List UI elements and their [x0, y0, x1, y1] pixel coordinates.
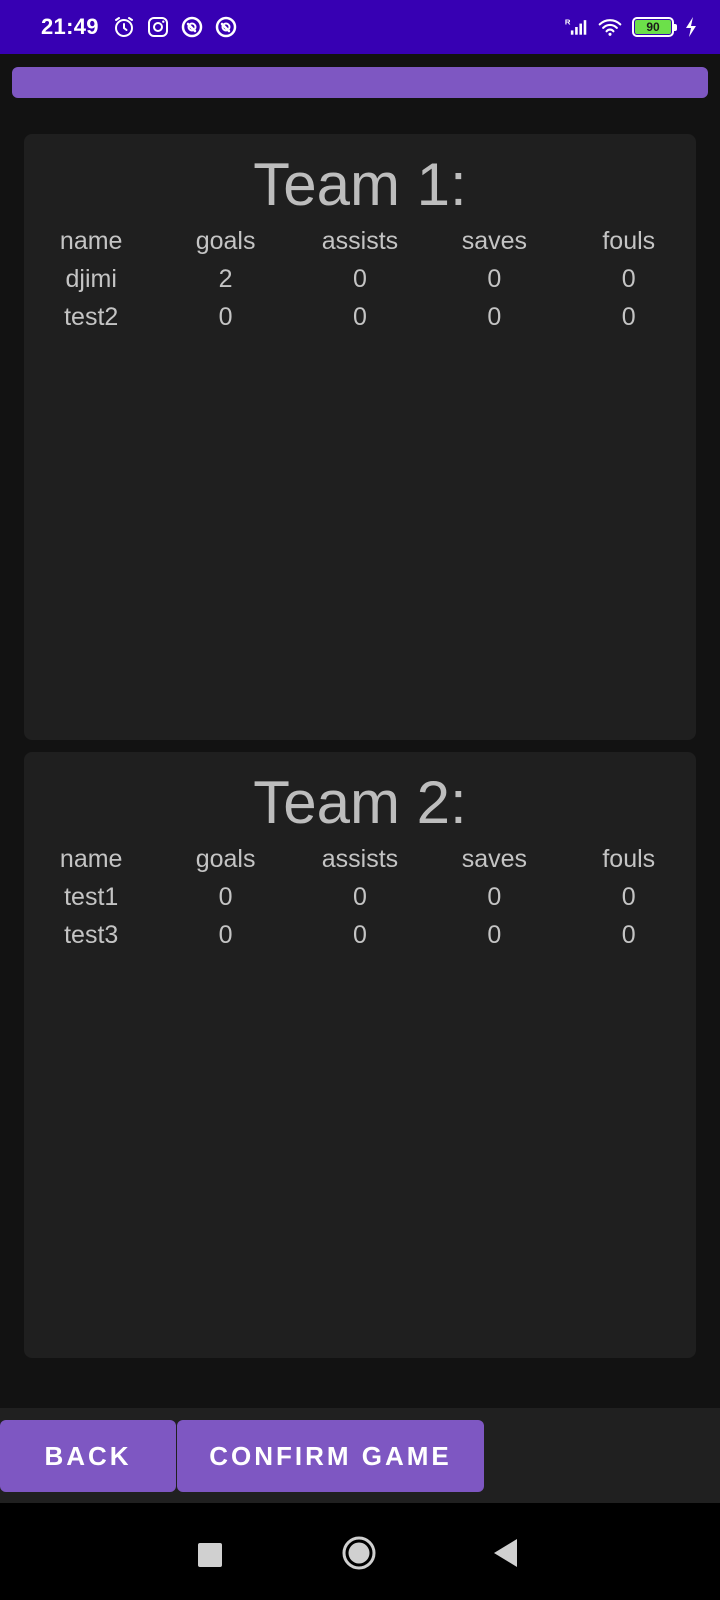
player-fouls: 0: [621, 302, 636, 331]
player-goals: 0: [218, 920, 233, 949]
team-2-stats-table: name goals assists saves fouls test1 0 0…: [24, 840, 696, 954]
team-1-title: Team 1:: [253, 151, 467, 218]
status-bar: 21:49 R 90: [0, 0, 720, 54]
player-saves: 0: [487, 882, 502, 911]
player-assists: 0: [353, 882, 367, 911]
battery-level: 90: [635, 20, 671, 34]
team-2-card: Team 2: name goals assists saves fouls t…: [24, 752, 696, 1358]
player-goals: 0: [218, 302, 233, 331]
back-icon[interactable]: [491, 1537, 519, 1569]
player-assists: 0: [353, 920, 367, 949]
column-header-assists: assists: [321, 226, 399, 255]
table-header-row: name goals assists saves fouls: [24, 222, 696, 260]
status-time: 21:49: [41, 14, 99, 39]
column-header-name: name: [59, 226, 123, 255]
signal-icon: R: [564, 15, 588, 39]
player-goals: 0: [218, 882, 233, 911]
player-name: test3: [64, 920, 119, 949]
table-row: test3 0 0 0 0: [24, 916, 696, 954]
wifi-icon: [598, 15, 622, 39]
dnd-icon: [180, 15, 204, 39]
instagram-icon: [146, 15, 170, 39]
column-header-goals: goals: [195, 226, 256, 255]
column-header-goals: goals: [195, 844, 256, 873]
notification-icons: [112, 15, 238, 39]
alarm-icon: [112, 15, 136, 39]
player-name: test2: [64, 302, 119, 331]
column-header-fouls: fouls: [602, 226, 656, 255]
player-name: djimi: [65, 264, 117, 293]
progress-bar: [12, 67, 708, 98]
svg-text:R: R: [565, 17, 571, 26]
back-button[interactable]: BACK: [0, 1420, 176, 1492]
player-saves: 0: [487, 302, 502, 331]
player-assists: 0: [353, 264, 367, 293]
column-header-saves: saves: [461, 844, 528, 873]
table-row: test1 0 0 0 0: [24, 878, 696, 916]
player-goals: 2: [218, 264, 233, 293]
column-header-fouls: fouls: [602, 844, 656, 873]
column-header-saves: saves: [461, 226, 528, 255]
player-saves: 0: [487, 920, 502, 949]
table-header-row: name goals assists saves fouls: [24, 840, 696, 878]
player-saves: 0: [487, 264, 502, 293]
team-1-card: Team 1: name goals assists saves fouls d…: [24, 134, 696, 740]
table-row: test2 0 0 0 0: [24, 298, 696, 336]
system-icons: R 90: [564, 15, 698, 39]
player-fouls: 0: [621, 264, 636, 293]
player-fouls: 0: [621, 920, 636, 949]
team-1-stats-table: name goals assists saves fouls djimi 2 0…: [24, 222, 696, 336]
table-row: djimi 2 0 0 0: [24, 260, 696, 298]
column-header-assists: assists: [321, 844, 399, 873]
dnd-icon: [214, 15, 238, 39]
bottom-button-bar: BACK CONFIRM GAME: [0, 1408, 720, 1503]
player-name: test1: [64, 882, 119, 911]
player-fouls: 0: [621, 882, 636, 911]
player-assists: 0: [353, 302, 367, 331]
column-header-name: name: [59, 844, 123, 873]
charging-icon: [684, 15, 698, 39]
recent-apps-icon[interactable]: [198, 1543, 222, 1567]
home-icon[interactable]: [341, 1535, 377, 1571]
team-2-title: Team 2:: [253, 769, 467, 836]
battery-icon: 90: [632, 17, 677, 37]
confirm-game-button[interactable]: CONFIRM GAME: [177, 1420, 484, 1492]
